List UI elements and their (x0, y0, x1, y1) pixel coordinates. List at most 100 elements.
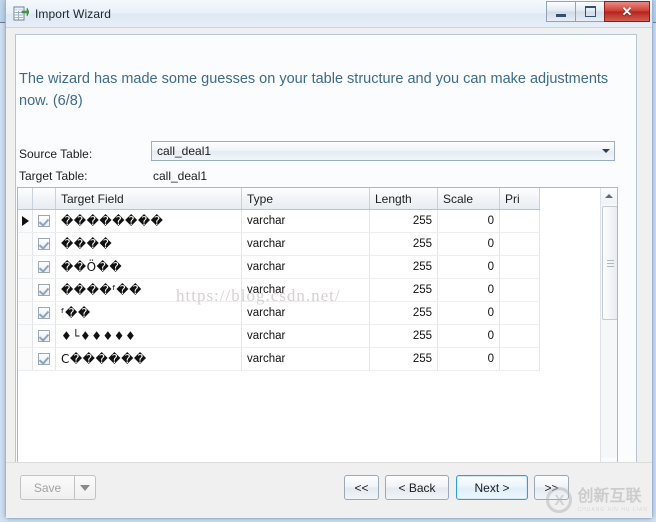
cell-type[interactable]: varchar (241, 347, 370, 371)
cell-type[interactable]: varchar (241, 278, 370, 302)
checkbox-checked-icon[interactable] (38, 237, 50, 250)
next-button[interactable]: Next > (456, 475, 528, 500)
checkbox-checked-icon[interactable] (38, 283, 50, 296)
cell-scale[interactable]: 0 (437, 301, 500, 325)
cell-scale[interactable]: 0 (437, 255, 500, 279)
minimize-icon (556, 11, 566, 17)
cell-length[interactable]: 255 (369, 347, 438, 371)
field-mapping-grid[interactable]: Target Field Type Length Scale Pri �����… (17, 187, 618, 475)
cell-type[interactable]: varchar (241, 324, 370, 348)
include-checkbox-cell[interactable] (32, 347, 56, 371)
column-header-pri[interactable]: Pri (499, 188, 540, 210)
include-checkbox-cell[interactable] (32, 255, 56, 279)
cell-field[interactable]: �������� (55, 209, 242, 233)
table-header-row: Target Field Type Length Scale Pri (18, 188, 540, 210)
cell-scale[interactable]: 0 (437, 347, 500, 371)
title-bar: Import Wizard ✕ (6, 0, 652, 28)
checkbox-checked-icon[interactable] (38, 329, 50, 342)
column-header-length[interactable]: Length (369, 188, 438, 210)
row-indicator-cell[interactable] (18, 232, 33, 256)
source-table-select[interactable]: call_deal1 (151, 141, 615, 161)
cell-pri[interactable] (499, 232, 540, 256)
row-indicator-header (18, 188, 33, 210)
scrollbar-thumb[interactable] (602, 206, 617, 320)
cell-scale[interactable]: 0 (437, 324, 500, 348)
cell-scale[interactable]: 0 (437, 209, 500, 233)
cell-length[interactable]: 255 (369, 209, 438, 233)
cell-pri[interactable] (499, 301, 540, 325)
table-row[interactable]: C������ varchar 255 0 (18, 347, 540, 371)
cell-field[interactable]: C������ (55, 347, 242, 371)
include-checkbox-cell[interactable] (32, 209, 56, 233)
screen: Import Wizard ✕ The wizard has made some… (0, 0, 656, 522)
target-table-label: Target Table: (19, 169, 88, 183)
include-checkbox-cell[interactable] (32, 278, 56, 302)
cell-field[interactable]: ᶠ�� (55, 301, 242, 325)
table-row[interactable]: ���� varchar 255 0 (18, 232, 540, 256)
cell-length[interactable]: 255 (369, 301, 438, 325)
table-row[interactable]: ��Ö�� varchar 255 0 (18, 255, 540, 279)
fields-table-body: �������� varchar 255 0 ���� varchar 255 0 ��Ö�� v… (18, 209, 540, 371)
include-checkbox-header (32, 188, 56, 210)
include-checkbox-cell[interactable] (32, 301, 56, 325)
cell-field[interactable]: ♦└♦♦♦♦♦ (55, 324, 242, 348)
checkbox-checked-icon[interactable] (38, 306, 50, 319)
cell-type[interactable]: varchar (241, 301, 370, 325)
cell-scale[interactable]: 0 (437, 232, 500, 256)
chevron-down-icon (80, 484, 90, 491)
column-header-target-field[interactable]: Target Field (55, 188, 242, 210)
row-indicator-cell[interactable] (18, 301, 33, 325)
table-row[interactable]: �������� varchar 255 0 (18, 209, 540, 233)
dialog-footer: Save << < Back Next > >> X 创新互联 CHUANG X… (6, 462, 652, 518)
cell-pri[interactable] (499, 209, 540, 233)
row-indicator-cell[interactable] (18, 347, 33, 371)
current-row-arrow-icon (21, 216, 29, 226)
logo-subtext: CHUANG XIN HU LIAN (577, 506, 648, 513)
cell-length[interactable]: 255 (369, 232, 438, 256)
last-page-button[interactable]: >> (534, 475, 569, 500)
table-row[interactable]: ᶠ�� varchar 255 0 (18, 301, 540, 325)
row-indicator-cell[interactable] (18, 209, 33, 233)
save-button[interactable]: Save (20, 475, 74, 500)
chevron-down-icon[interactable] (597, 142, 614, 160)
scroll-up-button[interactable] (601, 188, 617, 204)
scrollbar-grip-icon (606, 258, 614, 269)
checkbox-checked-icon[interactable] (38, 214, 50, 227)
include-checkbox-cell[interactable] (32, 324, 56, 348)
cell-length[interactable]: 255 (369, 255, 438, 279)
back-button[interactable]: < Back (385, 475, 449, 500)
minimize-button[interactable] (546, 1, 576, 22)
save-dropdown-button[interactable] (74, 475, 96, 500)
row-indicator-cell[interactable] (18, 255, 33, 279)
save-split-button[interactable]: Save (20, 475, 96, 500)
cell-type[interactable]: varchar (241, 232, 370, 256)
checkbox-checked-icon[interactable] (38, 260, 50, 273)
close-button[interactable]: ✕ (604, 1, 650, 22)
include-checkbox-cell[interactable] (32, 232, 56, 256)
grid-vertical-scrollbar[interactable] (600, 188, 617, 474)
cell-length[interactable]: 255 (369, 278, 438, 302)
maximize-icon (584, 6, 596, 17)
cell-scale[interactable]: 0 (437, 278, 500, 302)
cell-length[interactable]: 255 (369, 324, 438, 348)
cell-type[interactable]: varchar (241, 209, 370, 233)
cell-field[interactable]: ���� (55, 232, 242, 256)
cell-pri[interactable] (499, 255, 540, 279)
table-row[interactable]: ����ᶠ�� varchar 255 0 (18, 278, 540, 302)
row-indicator-cell[interactable] (18, 324, 33, 348)
first-page-button[interactable]: << (344, 475, 379, 500)
cell-pri[interactable] (499, 278, 540, 302)
import-wizard-window: Import Wizard ✕ The wizard has made some… (5, 0, 653, 519)
cell-field[interactable]: ��Ö�� (55, 255, 242, 279)
checkbox-checked-icon[interactable] (38, 352, 50, 365)
chevron-up-icon (605, 194, 613, 198)
row-indicator-cell[interactable] (18, 278, 33, 302)
column-header-type[interactable]: Type (241, 188, 370, 210)
table-row[interactable]: ♦└♦♦♦♦♦ varchar 255 0 (18, 324, 540, 348)
cell-pri[interactable] (499, 347, 540, 371)
cell-type[interactable]: varchar (241, 255, 370, 279)
cell-field[interactable]: ����ᶠ�� (55, 278, 242, 302)
maximize-button[interactable] (575, 1, 605, 22)
cell-pri[interactable] (499, 324, 540, 348)
column-header-scale[interactable]: Scale (437, 188, 500, 210)
